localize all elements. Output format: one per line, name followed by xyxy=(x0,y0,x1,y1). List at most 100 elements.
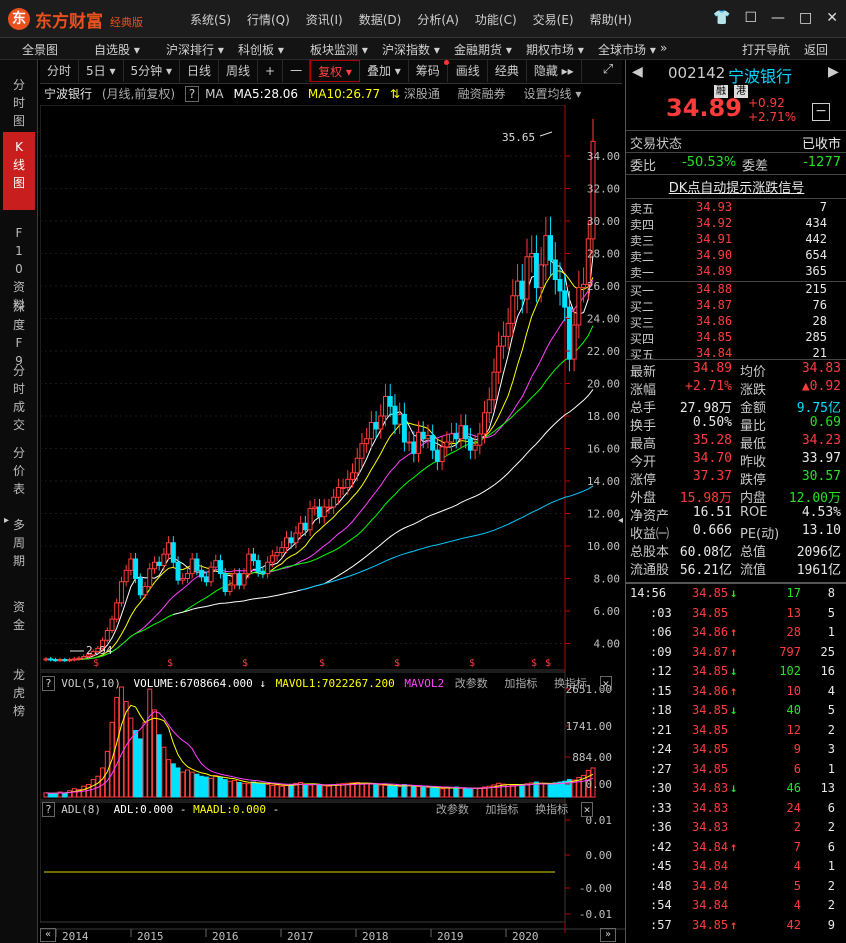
shirt-icon[interactable]: 👕 xyxy=(713,10,730,26)
scroll-left-icon[interactable]: « xyxy=(40,928,56,942)
vol-edit-params[interactable]: 改参数 xyxy=(455,677,488,690)
candle xyxy=(104,630,110,641)
year-label: 2019 xyxy=(437,930,464,943)
scroll-right-icon[interactable]: » xyxy=(600,928,616,942)
menu-item-4[interactable]: 分析(A) xyxy=(417,11,459,28)
volume-bar xyxy=(156,734,162,798)
menu-item-0[interactable]: 系统(S) xyxy=(190,11,231,28)
menu-item-6[interactable]: 交易(E) xyxy=(533,11,574,28)
toolbar-btn-12[interactable]: 隐藏 ▸▸ xyxy=(527,60,582,82)
toolbar-btn-8[interactable]: 叠加 ▾ xyxy=(360,60,409,82)
next-stock-icon[interactable]: ▶ xyxy=(828,64,839,80)
close-icon[interactable]: ✕ xyxy=(826,10,838,26)
toolbar-btn-9[interactable]: 筹码 xyxy=(409,60,448,82)
minimize-icon[interactable]: — xyxy=(771,10,785,26)
candle xyxy=(434,449,440,462)
quote-panel: ◀ 002142 宁波银行 ▶ 融 港 34.89 +0.92 +2.71% −… xyxy=(625,60,846,943)
vol-help-button[interactable]: ? xyxy=(42,676,55,691)
chevron-down-icon[interactable]: ▾ xyxy=(575,87,581,101)
collapse-left-icon[interactable]: ▸ xyxy=(4,515,12,539)
candle xyxy=(519,280,525,300)
toolbar-btn-4[interactable]: 周线 xyxy=(219,60,259,82)
ask-row[interactable]: 卖三 34.91 442 xyxy=(626,232,846,248)
ask-row[interactable]: 卖一 34.89 365 xyxy=(626,264,846,280)
ma-label: MA xyxy=(205,87,224,101)
time-axis: 2014 2015 2016 2017 2018 2019 2020 xyxy=(55,929,539,943)
left-tabs: 分时图 K线图 F10资料 深度F9 分时成交 分价表 多周期 资金 龙虎榜 xyxy=(0,60,38,943)
volume-bar xyxy=(213,774,219,798)
bid-row[interactable]: 买四 34.85 285 xyxy=(626,330,846,346)
bid-row[interactable]: 买二 34.87 76 xyxy=(626,298,846,314)
adl-add-indicator[interactable]: 加指标 xyxy=(485,803,518,816)
ask-row[interactable]: 卖五 34.93 7 xyxy=(626,200,846,216)
bid-row[interactable]: 买一 34.88 215 xyxy=(626,282,846,298)
toolbar-btn-7[interactable]: 复权 ▾ xyxy=(310,60,360,82)
toolbar-btn-6[interactable]: 一 xyxy=(283,60,311,82)
nav-item-7[interactable]: 期权市场 ▾ xyxy=(526,41,584,58)
maximize-icon[interactable]: □ xyxy=(799,10,812,26)
nav-item-11[interactable]: 返回 xyxy=(804,41,828,58)
nav-item-8[interactable]: 全球市场 ▾ xyxy=(598,41,656,58)
vol-close-icon[interactable]: ✕ xyxy=(599,676,613,691)
menu-item-3[interactable]: 数据(D) xyxy=(359,11,402,28)
menu-item-2[interactable]: 资讯(I) xyxy=(306,11,343,28)
toolbar-btn-3[interactable]: 日线 xyxy=(180,60,219,82)
nav-item-4[interactable]: 板块监测 ▾ xyxy=(310,41,368,58)
sgt-link[interactable]: 深股通 xyxy=(404,87,440,101)
nav-item-6[interactable]: 金融期货 ▾ xyxy=(454,41,512,58)
toolbar-btn-5[interactable]: + xyxy=(258,60,284,82)
candle xyxy=(340,487,346,489)
nav-item-2[interactable]: 沪深排行 ▾ xyxy=(166,41,224,58)
adl-close-icon[interactable]: ✕ xyxy=(580,802,594,817)
vol-change-indicator[interactable]: 换指标 xyxy=(554,677,587,690)
nav-item-9[interactable]: » xyxy=(660,41,667,55)
status-value: 已收市 xyxy=(801,137,841,152)
candle xyxy=(359,443,365,459)
bid-row[interactable]: 买三 34.86 28 xyxy=(626,314,846,330)
menu-item-1[interactable]: 行情(Q) xyxy=(247,11,290,28)
left-tab-3[interactable]: 深度F9 xyxy=(3,292,35,368)
adl-change-indicator[interactable]: 换指标 xyxy=(535,803,568,816)
nav-item-0[interactable]: 全景图 xyxy=(22,41,58,58)
left-tab-4[interactable]: 分时成交 xyxy=(3,356,35,434)
nav-item-3[interactable]: 科创板 ▾ xyxy=(238,41,284,58)
left-tab-1[interactable]: K线图 xyxy=(3,132,35,210)
ma10-line xyxy=(45,270,594,661)
collapse-quote-button[interactable]: − xyxy=(812,103,830,121)
prev-stock-icon[interactable]: ◀ xyxy=(632,64,643,80)
volume-bar xyxy=(241,782,247,798)
nav-item-5[interactable]: 沪深指数 ▾ xyxy=(382,41,440,58)
toolbar-btn-10[interactable]: 画线 xyxy=(449,60,488,82)
toolbar-btn-1[interactable]: 5日 ▾ xyxy=(79,60,124,82)
toolbar-btn-11[interactable]: 经典 xyxy=(488,60,527,82)
nav-item-1[interactable]: 自选股 ▾ xyxy=(94,41,140,58)
candlesticks xyxy=(43,118,596,663)
ask-row[interactable]: 卖二 34.90 654 xyxy=(626,248,846,264)
volume-bar xyxy=(283,784,289,798)
vol-add-indicator[interactable]: 加指标 xyxy=(504,677,537,690)
ask-row[interactable]: 卖四 34.92 434 xyxy=(626,216,846,232)
adl-help-button[interactable]: ? xyxy=(42,802,55,817)
set-ma-link[interactable]: 设置均线 xyxy=(524,87,572,101)
tick-row: :54 34.84 4 2 xyxy=(650,898,835,912)
toolbar-btn-2[interactable]: 5分钟 ▾ xyxy=(124,60,180,82)
menu-item-7[interactable]: 帮助(H) xyxy=(590,11,632,28)
left-tab-7[interactable]: 资金 xyxy=(3,592,35,652)
adl-edit-params[interactable]: 改参数 xyxy=(436,803,469,816)
fullscreen-icon[interactable]: ⤢ xyxy=(598,62,618,82)
left-tab-8[interactable]: 龙虎榜 xyxy=(3,660,35,732)
volume-bar xyxy=(118,686,124,798)
left-tab-0[interactable]: 分时图 xyxy=(3,70,35,128)
candle xyxy=(335,487,341,498)
nav-item-10[interactable]: 打开导航 xyxy=(742,41,790,58)
dk-signal-link[interactable]: DK点自动提示涨跌信号 xyxy=(669,181,805,196)
toolbar-btn-0[interactable]: 分时 xyxy=(40,60,80,82)
left-tab-5[interactable]: 分价表 xyxy=(3,438,35,502)
skin-icon[interactable]: ☐ xyxy=(744,10,757,26)
candle xyxy=(373,422,379,430)
menu-item-5[interactable]: 功能(C) xyxy=(475,11,517,28)
left-tab-2[interactable]: F10资料 xyxy=(3,218,35,312)
rzrq-link[interactable]: 融资融券 xyxy=(458,87,506,101)
volume-bar xyxy=(515,784,521,798)
help-button[interactable]: ? xyxy=(184,86,200,102)
